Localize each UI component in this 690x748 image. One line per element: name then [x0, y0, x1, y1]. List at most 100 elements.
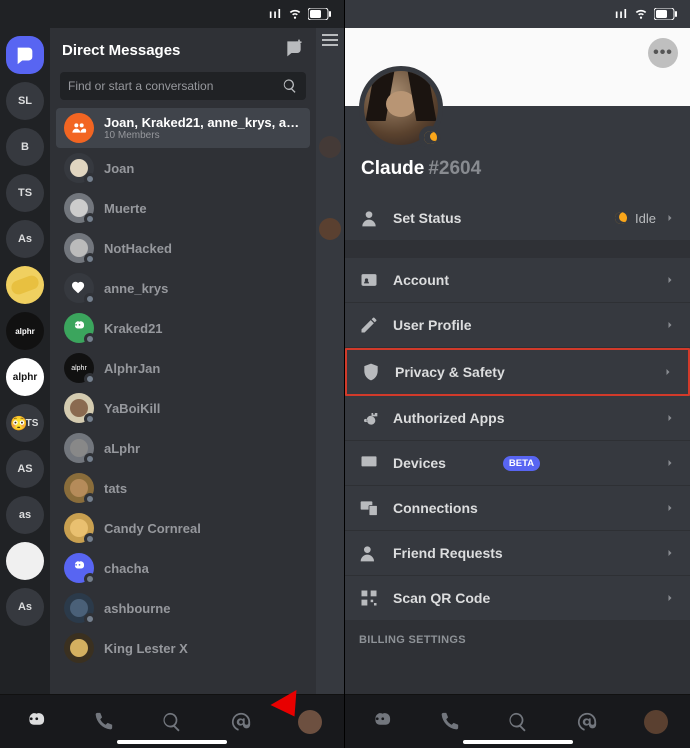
nav-friends[interactable]: [83, 702, 123, 742]
row-devices[interactable]: Devices BETA: [345, 441, 690, 486]
profile-header: ••• Claude #2604: [345, 28, 690, 196]
dm-name: Joan, Kraked21, anne_krys, aLph...: [104, 115, 302, 130]
dm-column: Direct Messages Find or start a conversa…: [50, 28, 316, 694]
server-rail[interactable]: SL B TS As alphr alphr 😳TS AS as As: [0, 28, 50, 694]
dm-item[interactable]: ashbourne: [56, 588, 310, 628]
chevron-right-icon: [664, 274, 676, 286]
row-label: Scan QR Code: [393, 590, 650, 606]
avatar: [64, 593, 94, 623]
server-item[interactable]: TS: [6, 174, 44, 212]
avatar: [64, 313, 94, 343]
dm-name: chacha: [104, 561, 149, 576]
battery-icon: [654, 8, 678, 20]
nav-friends[interactable]: [429, 702, 469, 742]
home-indicator: [117, 740, 227, 744]
row-privacy-safety[interactable]: Privacy & Safety: [345, 348, 690, 396]
dm-header-title: Direct Messages: [62, 42, 180, 59]
server-item[interactable]: As: [6, 220, 44, 258]
qr-icon: [359, 588, 379, 608]
dm-item[interactable]: tats: [56, 468, 310, 508]
server-item[interactable]: alphr: [6, 358, 44, 396]
nav-home[interactable]: [360, 702, 400, 742]
more-icon[interactable]: •••: [648, 38, 678, 68]
avatar: [64, 633, 94, 663]
dm-item[interactable]: chacha: [56, 548, 310, 588]
chevron-right-icon: [664, 457, 676, 469]
row-friend-requests[interactable]: Friend Requests: [345, 531, 690, 576]
pencil-icon: [359, 315, 379, 335]
avatar: [64, 153, 94, 183]
hamburger-icon[interactable]: [322, 34, 338, 46]
server-item[interactable]: 😳TS: [6, 404, 44, 442]
server-item[interactable]: [6, 542, 44, 580]
signal-icon: ııl: [269, 7, 282, 21]
row-label: Devices: [393, 455, 489, 471]
home-server[interactable]: [6, 36, 44, 74]
profile-banner: •••: [345, 28, 690, 106]
row-account[interactable]: Account: [345, 258, 690, 303]
row-scan-qr[interactable]: Scan QR Code: [345, 576, 690, 620]
dm-item[interactable]: Candy Cornreal: [56, 508, 310, 548]
dm-group-item[interactable]: Joan, Kraked21, anne_krys, aLph... 10 Me…: [56, 108, 310, 148]
nav-search[interactable]: [152, 702, 192, 742]
server-item[interactable]: AS: [6, 450, 44, 488]
new-dm-icon[interactable]: [284, 38, 304, 62]
nav-profile[interactable]: [636, 702, 676, 742]
dm-name: tats: [104, 481, 127, 496]
account-icon: [359, 270, 379, 290]
wifi-icon: [288, 6, 302, 23]
dm-search[interactable]: Find or start a conversation: [60, 72, 306, 100]
beta-badge: BETA: [503, 456, 540, 471]
server-item[interactable]: as: [6, 496, 44, 534]
peek-avatar: [319, 136, 341, 158]
wifi-icon: [634, 6, 648, 23]
dm-screen: ııl SL B TS As alphr alphr 😳TS AS as As: [0, 0, 345, 748]
server-item[interactable]: [6, 266, 44, 304]
avatar: alphr: [64, 353, 94, 383]
dm-item[interactable]: Kraked21: [56, 308, 310, 348]
row-user-profile[interactable]: User Profile: [345, 303, 690, 348]
dm-name: Kraked21: [104, 321, 163, 336]
dm-name: ashbourne: [104, 601, 170, 616]
dm-item[interactable]: NotHacked: [56, 228, 310, 268]
chevron-right-icon: [664, 547, 676, 559]
dm-item[interactable]: YaBoiKill: [56, 388, 310, 428]
section-title-billing: BILLING SETTINGS: [345, 620, 690, 654]
avatar: [64, 433, 94, 463]
nav-home[interactable]: [14, 702, 54, 742]
row-connections[interactable]: Connections: [345, 486, 690, 531]
row-label: Privacy & Safety: [395, 364, 648, 380]
row-label: Account: [393, 272, 650, 288]
dm-name: NotHacked: [104, 241, 172, 256]
dm-item[interactable]: Joan: [56, 148, 310, 188]
server-item[interactable]: SL: [6, 82, 44, 120]
settings-list[interactable]: Set Status Idle Account User Profile: [345, 196, 690, 694]
dm-item[interactable]: King Lester X: [56, 628, 310, 668]
group-icon: [64, 113, 94, 143]
server-item[interactable]: B: [6, 128, 44, 166]
dm-list[interactable]: Joan, Kraked21, anne_krys, aLph... 10 Me…: [50, 108, 316, 694]
nav-mentions[interactable]: [567, 702, 607, 742]
row-authorized-apps[interactable]: Authorized Apps: [345, 396, 690, 441]
avatar[interactable]: [359, 66, 443, 150]
dm-item[interactable]: anne_krys: [56, 268, 310, 308]
search-placeholder: Find or start a conversation: [68, 79, 282, 93]
dm-name: anne_krys: [104, 281, 168, 296]
idle-moon-icon: [615, 212, 627, 224]
chevron-right-icon: [662, 366, 674, 378]
dm-item[interactable]: Muerte: [56, 188, 310, 228]
row-label: Authorized Apps: [393, 410, 650, 426]
row-label: Friend Requests: [393, 545, 650, 561]
dm-item[interactable]: alphr AlphrJan: [56, 348, 310, 388]
dm-name: Candy Cornreal: [104, 521, 201, 536]
avatar: [64, 273, 94, 303]
avatar: [64, 193, 94, 223]
server-item[interactable]: As: [6, 588, 44, 626]
nav-mentions[interactable]: [221, 702, 261, 742]
nav-search[interactable]: [498, 702, 538, 742]
dm-item[interactable]: aLphr: [56, 428, 310, 468]
channel-peek: [316, 28, 344, 694]
server-item[interactable]: alphr: [6, 312, 44, 350]
row-set-status[interactable]: Set Status Idle: [345, 196, 690, 240]
search-icon: [282, 78, 298, 94]
